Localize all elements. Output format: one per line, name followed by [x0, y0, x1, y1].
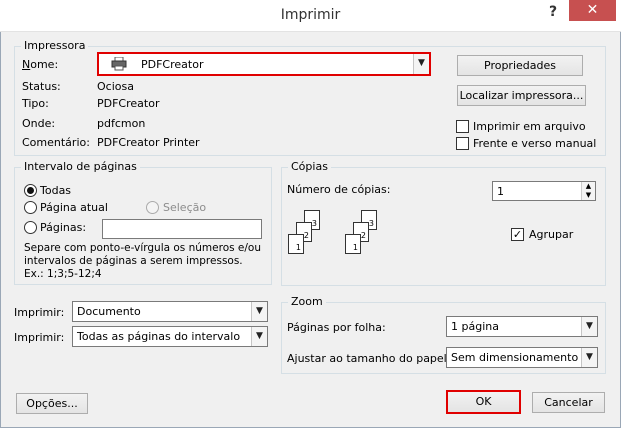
copies-count-label: Número de cópias:	[287, 183, 391, 196]
current-page-label: Página atual	[40, 201, 108, 214]
comment-label: Comentário:	[22, 136, 90, 149]
comment-value: PDFCreator Printer	[97, 136, 200, 149]
print-pages-select[interactable]: Todas as páginas do intervalo ▼	[72, 326, 268, 347]
radio-selection[interactable]	[146, 201, 159, 214]
chevron-down-icon[interactable]: ▼	[581, 317, 597, 336]
chevron-down-icon[interactable]: ▼	[581, 348, 597, 367]
where-label: Onde:	[22, 117, 56, 130]
page-range-help-text: Separe com ponto-e-vírgula os números e/…	[24, 242, 262, 280]
type-label: Tipo:	[22, 97, 49, 110]
scale-to-paper-label: Ajustar ao tamanho do papel:	[287, 352, 451, 365]
properties-button[interactable]: Propriedades	[457, 55, 583, 76]
spin-down-icon[interactable]: ▼	[581, 191, 595, 200]
pages-per-sheet-select[interactable]: 1 página ▼	[446, 316, 598, 337]
status-label: Status:	[22, 80, 61, 93]
chevron-down-icon[interactable]: ▼	[251, 302, 267, 321]
close-button[interactable]: ✕	[569, 0, 616, 21]
page-icon: 1	[288, 234, 304, 254]
cancel-button[interactable]: Cancelar	[532, 392, 605, 413]
zoom-group-label: Zoom	[288, 295, 326, 308]
copies-count-input[interactable]: 1 ▲ ▼	[492, 181, 596, 201]
print-pages-label: Imprimir:	[14, 331, 65, 344]
print-what-label: Imprimir:	[14, 306, 65, 319]
chevron-down-icon[interactable]: ▼	[251, 327, 267, 346]
chevron-down-icon[interactable]: ▼	[413, 54, 429, 74]
printer-name-value: PDFCreator	[141, 58, 204, 71]
copies-count-value: 1	[497, 185, 504, 198]
print-what-value: Documento	[77, 305, 141, 318]
radio-current-page[interactable]	[24, 201, 37, 214]
print-what-select[interactable]: Documento ▼	[72, 301, 268, 322]
radio-all-pages[interactable]	[24, 184, 37, 197]
pages-label: Páginas:	[40, 221, 87, 234]
help-button[interactable]: ?	[545, 4, 561, 22]
duplex-label: Frente e verso manual	[473, 137, 597, 150]
spin-up-icon[interactable]: ▲	[581, 182, 595, 191]
pages-per-sheet-label: Páginas por folha:	[287, 321, 386, 334]
pages-input[interactable]	[102, 219, 262, 239]
ok-button[interactable]: OK	[446, 390, 521, 414]
collate-checkbox[interactable]: ✓	[511, 228, 524, 241]
close-icon: ✕	[586, 2, 599, 18]
print-pages-value: Todas as páginas do intervalo	[77, 330, 241, 343]
printer-name-label: Nome:	[22, 58, 59, 71]
scale-to-paper-select[interactable]: Sem dimensionamento ▼	[446, 347, 598, 368]
radio-pages[interactable]	[24, 221, 37, 234]
find-printer-button[interactable]: Localizar impressora...	[457, 85, 586, 106]
window-title: Imprimir	[280, 7, 341, 23]
options-button[interactable]: Opções...	[16, 393, 88, 414]
pages-per-sheet-value: 1 página	[451, 320, 499, 333]
printer-name-select[interactable]: PDFCreator ▼	[97, 52, 431, 76]
copies-group-label: Cópias	[288, 160, 331, 173]
printer-icon	[111, 56, 127, 71]
where-value: pdfcmon	[97, 117, 146, 130]
check-icon: ✓	[512, 228, 523, 241]
duplex-checkbox[interactable]	[456, 137, 469, 150]
print-to-file-checkbox[interactable]	[456, 120, 469, 133]
title-bar: Imprimir ? ✕	[0, 0, 621, 32]
printer-group-label: Impressora	[21, 39, 89, 52]
print-to-file-label: Imprimir em arquivo	[473, 120, 586, 133]
status-value: Ociosa	[97, 80, 134, 93]
type-value: PDFCreator	[97, 97, 160, 110]
all-pages-label: Todas	[40, 184, 72, 197]
selection-label: Seleção	[163, 201, 207, 214]
page-range-group-label: Intervalo de páginas	[21, 160, 140, 173]
scale-to-paper-value: Sem dimensionamento	[451, 351, 579, 364]
page-icon: 1	[345, 234, 361, 254]
collate-label: Agrupar	[529, 228, 574, 241]
